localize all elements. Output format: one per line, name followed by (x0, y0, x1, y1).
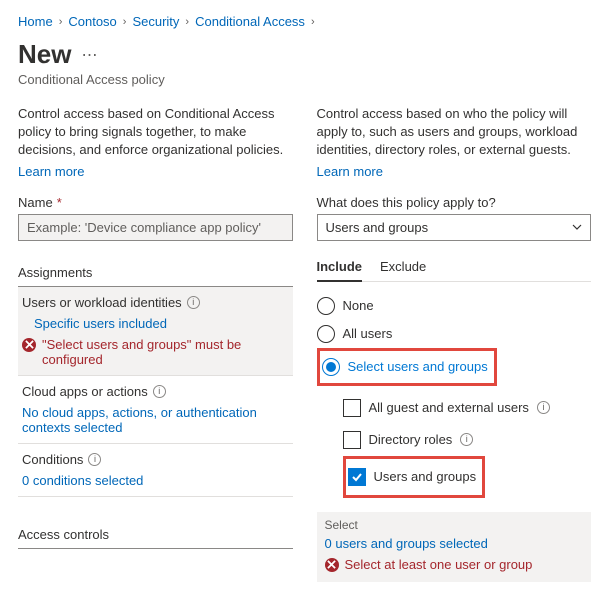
breadcrumb-security[interactable]: Security (132, 14, 179, 29)
radio-icon (317, 325, 335, 343)
error-icon (325, 558, 339, 572)
cloud-apps-link[interactable]: No cloud apps, actions, or authenticatio… (22, 405, 289, 435)
conditions-label: Conditions (22, 452, 83, 467)
chevron-down-icon (572, 222, 582, 232)
apply-to-select[interactable]: Users and groups (317, 214, 592, 241)
right-column: Control access based on who the policy w… (317, 105, 592, 582)
info-icon[interactable]: i (460, 433, 473, 446)
checkbox-directory-roles[interactable]: Directory roles i (343, 424, 592, 456)
select-panel-error: Select at least one user or group (325, 557, 584, 572)
checkbox-icon (348, 468, 366, 486)
more-icon[interactable]: ⋯ (81, 45, 98, 65)
radio-icon (317, 297, 335, 315)
chevron-right-icon: › (123, 16, 127, 28)
apply-to-value: Users and groups (326, 220, 429, 235)
breadcrumb-contoso[interactable]: Contoso (68, 14, 116, 29)
radio-select-users-groups[interactable]: Select users and groups (322, 353, 488, 381)
access-controls-header: Access controls (18, 521, 293, 549)
cloud-apps-row[interactable]: Cloud apps or actions i No cloud apps, a… (18, 376, 293, 444)
checkbox-icon (343, 399, 361, 417)
page-subtitle: Conditional Access policy (18, 72, 591, 87)
breadcrumb: Home › Contoso › Security › Conditional … (18, 10, 591, 39)
highlight-users-groups: Users and groups (343, 456, 486, 498)
conditions-link[interactable]: 0 conditions selected (22, 473, 289, 488)
radio-all-users[interactable]: All users (317, 320, 592, 348)
users-identities-label: Users or workload identities (22, 295, 182, 310)
learn-more-link[interactable]: Learn more (18, 164, 84, 179)
select-panel: Select 0 users and groups selected Selec… (317, 512, 592, 582)
users-identities-row[interactable]: Users or workload identities i Specific … (18, 287, 293, 376)
include-exclude-tabs: Include Exclude (317, 253, 592, 282)
assignments-header: Assignments (18, 259, 293, 287)
info-icon[interactable]: i (153, 385, 166, 398)
tab-exclude[interactable]: Exclude (380, 253, 426, 281)
chevron-right-icon: › (59, 16, 63, 28)
info-icon[interactable]: i (187, 296, 200, 309)
checkbox-icon (343, 431, 361, 449)
apply-to-label: What does this policy apply to? (317, 195, 592, 210)
info-icon[interactable]: i (88, 453, 101, 466)
learn-more-link-right[interactable]: Learn more (317, 164, 383, 179)
chevron-right-icon: › (311, 16, 315, 28)
checkbox-guests[interactable]: All guest and external users i (343, 392, 592, 424)
select-users-link[interactable]: 0 users and groups selected (325, 536, 488, 551)
conditions-row[interactable]: Conditions i 0 conditions selected (18, 444, 293, 497)
chevron-right-icon: › (185, 16, 189, 28)
radio-none[interactable]: None (317, 292, 592, 320)
highlight-select-users: Select users and groups (317, 348, 497, 386)
select-panel-title: Select (325, 518, 584, 532)
specific-users-link[interactable]: Specific users included (22, 316, 289, 331)
info-icon[interactable]: i (537, 401, 550, 414)
left-description: Control access based on Conditional Acce… (18, 105, 293, 160)
tab-include[interactable]: Include (317, 253, 363, 282)
cloud-apps-label: Cloud apps or actions (22, 384, 148, 399)
users-error: "Select users and groups" must be config… (22, 337, 289, 367)
page-title: New (18, 39, 71, 70)
right-description: Control access based on who the policy w… (317, 105, 592, 160)
name-label: Name* (18, 195, 293, 210)
radio-icon (322, 358, 340, 376)
checkbox-users-and-groups[interactable]: Users and groups (348, 461, 477, 493)
error-icon (22, 338, 36, 352)
left-column: Control access based on Conditional Acce… (18, 105, 293, 582)
breadcrumb-conditional-access[interactable]: Conditional Access (195, 14, 305, 29)
name-input[interactable] (18, 214, 293, 241)
breadcrumb-home[interactable]: Home (18, 14, 53, 29)
